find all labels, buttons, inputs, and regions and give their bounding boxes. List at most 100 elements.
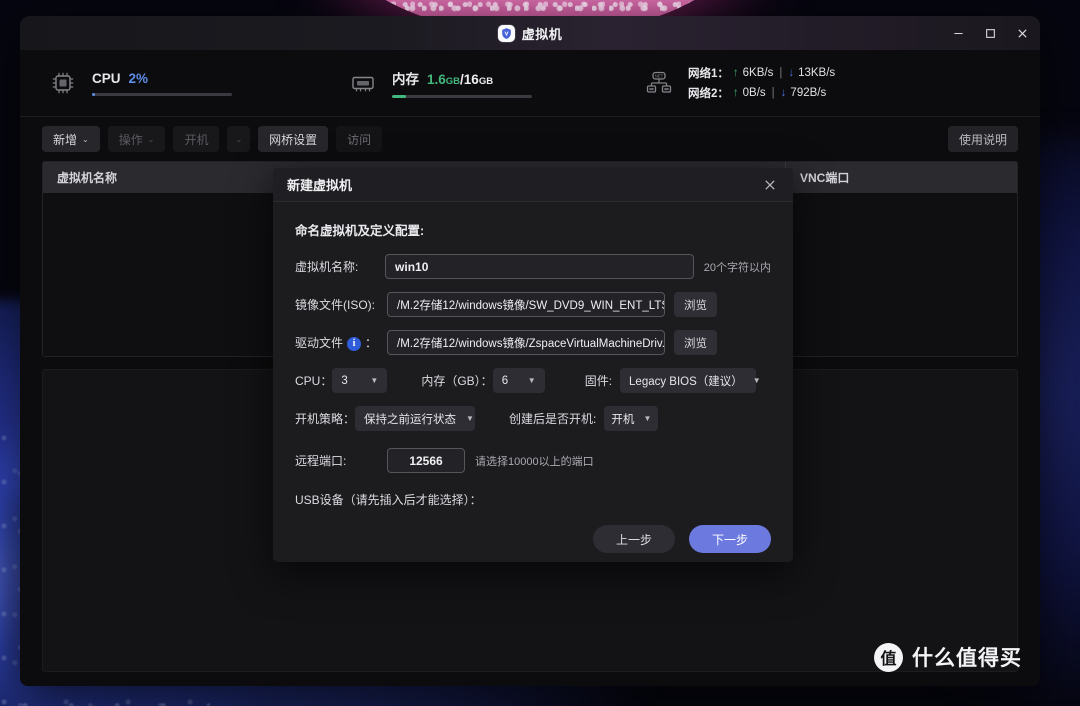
boot-policy-value: 保持之前运行状态 <box>364 411 456 427</box>
network-name: 网络1： <box>688 65 729 81</box>
chevron-down-icon: ▼ <box>370 376 378 385</box>
help-label: 使用说明 <box>959 131 1007 148</box>
bridge-settings-button[interactable]: 网桥设置 <box>258 126 328 152</box>
memory-select-label: 内存（GB）： <box>421 372 492 389</box>
memory-total-unit: GB <box>479 76 493 87</box>
shield-v-icon <box>498 25 515 42</box>
network-row: 网络1： ↑ 6KB/s | ↓ 13KB/s <box>688 65 835 81</box>
remote-port-label: 远程端口: <box>295 452 387 469</box>
chevron-down-icon: ▼ <box>753 376 761 385</box>
iso-file-row: 镜像文件(ISO): /M.2存储12/windows镜像/SW_DVD9_WI… <box>295 292 771 317</box>
chevron-down-icon: ▼ <box>643 414 651 423</box>
memory-stat: 内存 1.6GB/16GB <box>348 68 532 98</box>
network-name: 网络2： <box>688 85 729 101</box>
network-download-speed: 792B/s <box>790 87 826 99</box>
network-upload-speed: 0B/s <box>743 87 766 99</box>
cpu-label: CPU <box>92 71 121 86</box>
firmware-select[interactable]: Legacy BIOS（建议） ▼ <box>620 368 756 393</box>
memory-total: 16 <box>464 72 479 87</box>
memory-usage-bar <box>392 95 532 98</box>
power-after-create-value: 开机 <box>611 411 634 427</box>
cpu-select-value: 3 <box>341 375 347 387</box>
cpu-usage-bar <box>92 93 232 96</box>
network-upload-speed: 6KB/s <box>743 67 774 79</box>
driver-file-label: 驱动文件 i ： <box>295 334 387 351</box>
cpu-select[interactable]: 3 ▼ <box>332 368 387 393</box>
system-stats-bar: CPU 2% <box>20 50 1040 117</box>
power-after-create-select[interactable]: 开机 ▼ <box>604 406 658 431</box>
chevron-down-icon: ▼ <box>528 376 536 385</box>
help-button[interactable]: 使用说明 <box>948 126 1018 152</box>
column-header-name[interactable]: 虚拟机名称 <box>43 162 299 193</box>
minimize-icon[interactable] <box>950 25 966 41</box>
chevron-down-icon: ⌄ <box>235 135 242 144</box>
chevron-down-icon: ⌄ <box>148 135 155 144</box>
maximize-icon[interactable] <box>982 25 998 41</box>
driver-file-label-colon: ： <box>365 336 377 350</box>
add-vm-button[interactable]: 新增 ⌄ <box>42 126 100 152</box>
vm-name-hint: 20个字符以内 <box>704 259 771 275</box>
chevron-down-icon: ▼ <box>466 414 474 423</box>
poweron-label: 开机 <box>184 131 208 148</box>
cpu-value: 2% <box>129 71 149 86</box>
memory-stat-line: 内存 1.6GB/16GB <box>392 68 532 88</box>
section-title: 命名虚拟机及定义配置: <box>295 220 771 239</box>
memory-select[interactable]: 6 ▼ <box>493 368 545 393</box>
network-stat: NET 网络1： ↑ 6KB/s | ↓ <box>644 65 835 101</box>
bridge-settings-label: 网桥设置 <box>269 131 317 148</box>
remote-port-input[interactable]: 12566 <box>387 448 465 473</box>
close-icon[interactable] <box>761 176 779 194</box>
upload-arrow-icon: ↑ <box>733 67 739 79</box>
boot-policy-row: 开机策略： 保持之前运行状态 ▼ 创建后是否开机: 开机 ▼ <box>295 406 771 431</box>
vm-name-input[interactable]: win10 <box>385 254 694 279</box>
memory-select-value: 6 <box>502 375 508 387</box>
driver-file-label-text: 驱动文件 <box>295 336 343 350</box>
download-arrow-icon: ↓ <box>788 67 794 79</box>
usb-device-label: USB设备（请先插入后才能选择）： <box>295 491 771 508</box>
cpu-stat-body: CPU 2% <box>92 71 232 96</box>
firmware-select-label: 固件: <box>585 372 612 389</box>
network-rows: 网络1： ↑ 6KB/s | ↓ 13KB/s 网络2： ↑ 0B/s | ↓ … <box>688 65 835 101</box>
window-titlebar[interactable]: 虚拟机 <box>20 16 1040 50</box>
dialog-footer: 上一步 下一步 <box>273 508 793 562</box>
network-icon: NET <box>644 68 674 98</box>
firmware-select-value: Legacy BIOS（建议） <box>629 373 743 389</box>
driver-browse-button[interactable]: 浏览 <box>674 330 717 355</box>
hardware-row: CPU： 3 ▼ 内存（GB）： 6 ▼ 固件: Legacy BIOS（建议）… <box>295 368 771 393</box>
watermark-text: 什么值得买 <box>912 642 1022 672</box>
driver-file-row: 驱动文件 i ： /M.2存储12/windows镜像/ZspaceVirtualM… <box>295 330 771 355</box>
watermark-badge-icon: 值 <box>874 643 903 672</box>
download-arrow-icon: ↓ <box>781 87 787 99</box>
network-divider: | <box>779 67 782 79</box>
network-divider: | <box>772 87 775 99</box>
previous-step-button[interactable]: 上一步 <box>593 525 675 553</box>
power-after-create-label: 创建后是否开机: <box>509 410 596 427</box>
operate-label: 操作 <box>119 131 143 148</box>
operate-button[interactable]: 操作 ⌄ <box>108 126 166 152</box>
poweron-dropdown-button[interactable]: ⌄ <box>227 126 250 152</box>
driver-file-input[interactable]: /M.2存储12/windows镜像/ZspaceVirtualMachineD… <box>387 330 665 355</box>
close-icon[interactable] <box>1014 25 1030 41</box>
vm-name-row: 虚拟机名称: win10 20个字符以内 <box>295 254 771 279</box>
add-vm-label: 新增 <box>53 131 77 148</box>
iso-browse-button[interactable]: 浏览 <box>674 292 717 317</box>
cpu-stat: CPU 2% <box>48 68 232 98</box>
dialog-body: 命名虚拟机及定义配置: 虚拟机名称: win10 20个字符以内 镜像文件(IS… <box>273 202 793 508</box>
memory-label: 内存 <box>392 68 419 88</box>
access-button[interactable]: 访问 <box>336 126 382 152</box>
column-header-vnc-port[interactable]: VNC端口 <box>785 162 1017 193</box>
dialog-header: 新建虚拟机 <box>273 168 793 202</box>
network-row: 网络2： ↑ 0B/s | ↓ 792B/s <box>688 85 835 101</box>
poweron-button[interactable]: 开机 <box>173 126 219 152</box>
next-step-button[interactable]: 下一步 <box>689 525 771 553</box>
main-toolbar: 新增 ⌄ 操作 ⌄ 开机 ⌄ 网桥设置 访问 使用说明 <box>20 117 1040 161</box>
boot-policy-select[interactable]: 保持之前运行状态 ▼ <box>355 406 475 431</box>
window-title: 虚拟机 <box>522 24 563 43</box>
iso-file-input[interactable]: /M.2存储12/windows镜像/SW_DVD9_WIN_ENT_LTSC.… <box>387 292 665 317</box>
svg-text:NET: NET <box>655 73 664 78</box>
iso-file-label: 镜像文件(ISO): <box>295 296 387 313</box>
window-title-group: 虚拟机 <box>498 24 563 43</box>
cpu-select-label: CPU： <box>295 372 332 389</box>
info-icon[interactable]: i <box>347 337 361 351</box>
memory-value-group: 1.6GB/16GB <box>427 72 493 87</box>
